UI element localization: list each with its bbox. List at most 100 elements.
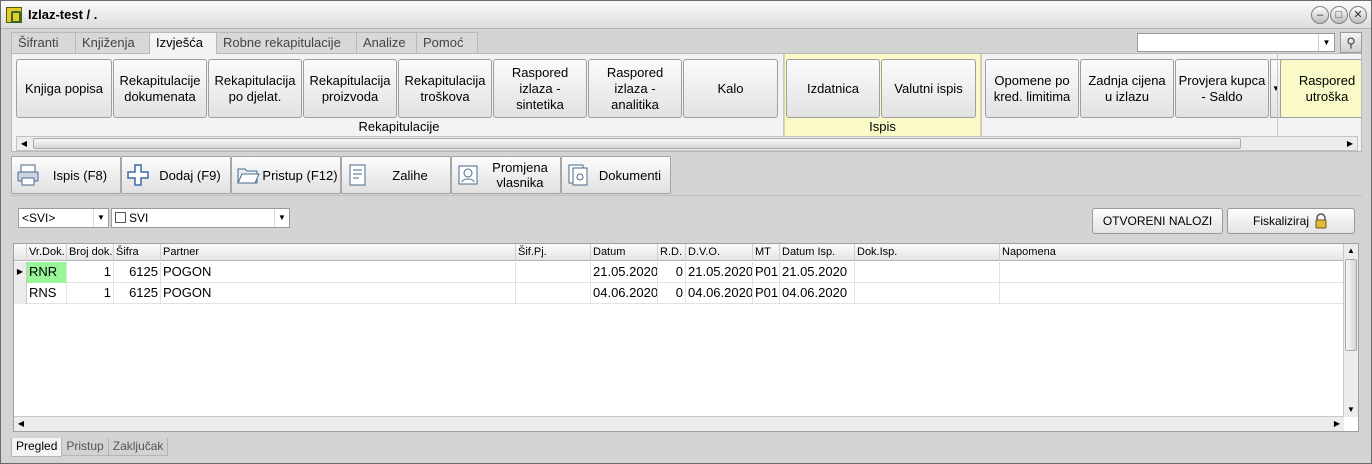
cell-rd[interactable]: 0 bbox=[658, 283, 686, 304]
chevron-down-icon[interactable]: ▼ bbox=[274, 209, 289, 227]
zalihe-label: Zalihe bbox=[392, 167, 428, 183]
scroll-left-icon[interactable]: ◀ bbox=[17, 137, 31, 150]
tab-pristup[interactable]: Pristup bbox=[61, 438, 109, 456]
cell-dok-isp[interactable] bbox=[855, 262, 1000, 283]
tab-knjizenja[interactable]: Knjiženja bbox=[75, 32, 150, 53]
valutni-ispis-button[interactable]: Valutni ispis bbox=[881, 59, 976, 118]
col-partner[interactable]: Partner bbox=[161, 244, 516, 261]
scroll-thumb[interactable] bbox=[33, 138, 1241, 149]
tab-sifranti[interactable]: Šifranti bbox=[11, 32, 76, 53]
ispis-button[interactable]: Ispis (F8) bbox=[11, 156, 121, 194]
cell-rd[interactable]: 0 bbox=[658, 262, 686, 283]
col-datum-isp[interactable]: Datum Isp. bbox=[780, 244, 855, 261]
pin-icon[interactable]: ⚲ bbox=[1340, 32, 1362, 53]
tab-zakljucak[interactable]: Zaključak bbox=[107, 438, 169, 456]
cell-napomena[interactable] bbox=[1000, 283, 1344, 304]
promjena-vlasnika-button[interactable]: Promjena vlasnika bbox=[451, 156, 561, 194]
rekapitulacija-po-djelat-button[interactable]: Rekapitulacija po djelat. bbox=[208, 59, 302, 118]
cell-dok-isp[interactable] bbox=[855, 283, 1000, 304]
col-sif-pj[interactable]: Šif.Pj. bbox=[516, 244, 591, 261]
close-button[interactable]: ✕ bbox=[1349, 6, 1367, 24]
cell-datum-isp[interactable]: 04.06.2020 bbox=[780, 283, 855, 304]
table-row[interactable]: ▶ RNR 1 6125 POGON 21.05.2020 0 21.05.20… bbox=[14, 262, 1344, 283]
cell-dvo[interactable]: 04.06.2020 bbox=[686, 283, 753, 304]
raspored-utroska-button[interactable]: Raspored utroška bbox=[1280, 59, 1361, 118]
cell-datum[interactable]: 21.05.2020 bbox=[591, 262, 658, 283]
col-datum[interactable]: Datum bbox=[591, 244, 658, 261]
cell-sif-pj[interactable] bbox=[516, 262, 591, 283]
tab-robne-rekapitulacije[interactable]: Robne rekapitulacije bbox=[216, 32, 357, 53]
pristup-button[interactable]: Pristup (F12) bbox=[231, 156, 341, 194]
tab-pregled[interactable]: Pregled bbox=[11, 438, 63, 457]
fiskaliziraj-button[interactable]: Fiskaliziraj bbox=[1227, 208, 1355, 234]
col-mt[interactable]: MT bbox=[753, 244, 780, 261]
cell-vr-dok[interactable]: RNS bbox=[27, 283, 67, 304]
cell-datum-isp[interactable]: 21.05.2020 bbox=[780, 262, 855, 283]
raspored-izlaza-sintetika-button[interactable]: Raspored izlaza - sintetika bbox=[493, 59, 587, 118]
cell-broj-dok[interactable]: 1 bbox=[67, 262, 114, 283]
provjera-kupca-saldo-button[interactable]: Provjera kupca - Saldo bbox=[1175, 59, 1269, 118]
scroll-down-icon[interactable]: ▼ bbox=[1344, 403, 1358, 417]
bottom-tabs: Pregled Pristup Zaključak bbox=[11, 438, 169, 457]
grid-vertical-scrollbar[interactable]: ▲ ▼ bbox=[1343, 244, 1358, 417]
dodaj-button[interactable]: Dodaj (F9) bbox=[121, 156, 231, 194]
cell-datum[interactable]: 04.06.2020 bbox=[591, 283, 658, 304]
cell-sifra[interactable]: 6125 bbox=[114, 262, 161, 283]
cell-mt[interactable]: P01 bbox=[753, 262, 780, 283]
col-vr-dok[interactable]: Vr.Dok. bbox=[27, 244, 67, 261]
rekapitulacije-dokumenata-button[interactable]: Rekapitulacije dokumenata bbox=[113, 59, 207, 118]
cell-mt[interactable]: P01 bbox=[753, 283, 780, 304]
divider bbox=[11, 195, 1362, 196]
raspored-izlaza-analitika-button[interactable]: Raspored izlaza - analitika bbox=[588, 59, 682, 118]
chevron-down-icon[interactable]: ▼ bbox=[93, 209, 108, 227]
col-broj-dok[interactable]: Broj dok. bbox=[67, 244, 114, 261]
col-sifra[interactable]: Šifra bbox=[114, 244, 161, 261]
row-indicator-header bbox=[14, 244, 27, 261]
scroll-right-icon[interactable]: ▶ bbox=[1343, 137, 1357, 150]
cell-partner[interactable]: POGON bbox=[161, 283, 516, 304]
table-row[interactable]: RNS 1 6125 POGON 04.06.2020 0 04.06.2020… bbox=[14, 283, 1344, 304]
knjiga-popisa-button[interactable]: Knjiga popisa bbox=[16, 59, 112, 118]
rekapitulacija-troskova-button[interactable]: Rekapitulacija troškova bbox=[398, 59, 492, 118]
promjena-vlasnika-label: Promjena vlasnika bbox=[492, 160, 548, 190]
cell-dvo[interactable]: 21.05.2020 bbox=[686, 262, 753, 283]
opomene-po-kred-limitima-button[interactable]: Opomene po kred. limitima bbox=[985, 59, 1079, 118]
rekapitulacija-proizvoda-button[interactable]: Rekapitulacija proizvoda bbox=[303, 59, 397, 118]
window-title: Izlaz-test / . bbox=[28, 7, 98, 22]
tab-izvjesca[interactable]: Izvješća bbox=[149, 32, 217, 54]
scroll-up-icon[interactable]: ▲ bbox=[1344, 244, 1358, 258]
col-napomena[interactable]: Napomena bbox=[1000, 244, 1344, 261]
col-dvo[interactable]: D.V.O. bbox=[686, 244, 753, 261]
restore-button[interactable]: □ bbox=[1330, 6, 1348, 24]
col-rd[interactable]: R.D. bbox=[658, 244, 686, 261]
cell-vr-dok[interactable]: RNR bbox=[27, 262, 67, 283]
tab-analize[interactable]: Analize bbox=[356, 32, 417, 53]
grid-header: Vr.Dok. Broj dok. Šifra Partner Šif.Pj. … bbox=[14, 244, 1344, 261]
minimize-button[interactable]: – bbox=[1311, 6, 1329, 24]
cell-napomena[interactable] bbox=[1000, 262, 1344, 283]
cell-sifra[interactable]: 6125 bbox=[114, 283, 161, 304]
tab-pomoc[interactable]: Pomoć bbox=[416, 32, 478, 53]
owner-change-icon bbox=[458, 165, 478, 185]
cell-broj-dok[interactable]: 1 bbox=[67, 283, 114, 304]
document-type-combo[interactable]: <SVI> ▼ bbox=[18, 208, 109, 228]
ribbon-panel: Knjiga popisa Rekapitulacije dokumenata … bbox=[11, 53, 1362, 152]
scroll-thumb[interactable] bbox=[1345, 259, 1357, 351]
kalo-button[interactable]: Kalo bbox=[683, 59, 778, 118]
zadnja-cijena-u-izlazu-button[interactable]: Zadnja cijena u izlazu bbox=[1080, 59, 1174, 118]
chevron-down-icon[interactable]: ▼ bbox=[1318, 34, 1334, 51]
otvoreni-nalozi-button[interactable]: OTVORENI NALOZI bbox=[1092, 208, 1223, 234]
checkbox-icon[interactable] bbox=[115, 212, 126, 223]
grid-horizontal-scrollbar[interactable]: ◀ ▶ bbox=[14, 416, 1344, 431]
izdatnica-button[interactable]: Izdatnica bbox=[786, 59, 880, 118]
zalihe-button[interactable]: Zalihe bbox=[341, 156, 451, 194]
partner-combo[interactable]: SVI ▼ bbox=[111, 208, 290, 228]
dokumenti-button[interactable]: Dokumenti bbox=[561, 156, 671, 194]
scroll-right-icon[interactable]: ▶ bbox=[1330, 417, 1344, 431]
cell-sif-pj[interactable] bbox=[516, 283, 591, 304]
cell-partner[interactable]: POGON bbox=[161, 262, 516, 283]
col-dok-isp[interactable]: Dok.Isp. bbox=[855, 244, 1000, 261]
ribbon-scrollbar[interactable]: ◀ ▶ bbox=[16, 136, 1358, 151]
search-input[interactable]: ▼ bbox=[1137, 33, 1335, 52]
scroll-left-icon[interactable]: ◀ bbox=[14, 417, 28, 431]
